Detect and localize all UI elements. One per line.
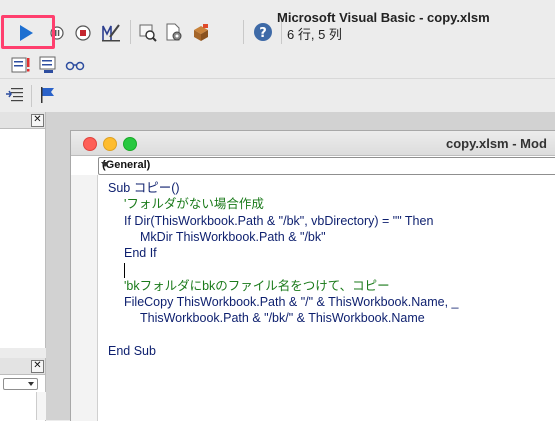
properties-panel-close-button[interactable]: ✕ bbox=[31, 360, 44, 373]
project-panel-close-button[interactable]: ✕ bbox=[31, 114, 44, 127]
chevron-down-icon bbox=[101, 162, 109, 167]
code-line[interactable]: FileCopy ThisWorkbook.Path & "/" & ThisW… bbox=[124, 294, 458, 310]
text-caret bbox=[124, 262, 125, 278]
code-window-title: copy.xlsm - Mod bbox=[446, 136, 547, 151]
code-line[interactable]: If Dir(ThisWorkbook.Path & "/bk", vbDire… bbox=[124, 213, 433, 229]
locals-window-icon[interactable] bbox=[38, 55, 60, 75]
standard-toolbar: ? bbox=[0, 0, 555, 50]
reset-icon[interactable] bbox=[72, 22, 94, 44]
properties-panel-header: ✕ bbox=[0, 358, 45, 375]
code-line[interactable]: End Sub bbox=[108, 343, 156, 359]
code-line[interactable]: Sub コピー() bbox=[108, 180, 180, 196]
step-icon[interactable] bbox=[4, 84, 26, 106]
immediate-window-icon[interactable] bbox=[10, 55, 32, 75]
properties-icon[interactable] bbox=[163, 20, 185, 44]
cursor-position: 6 行, 5 列 bbox=[287, 27, 342, 42]
object-select[interactable]: (General) bbox=[98, 157, 555, 175]
run-button-highlight bbox=[1, 15, 55, 49]
code-line[interactable]: 'フォルダがない場合作成 bbox=[124, 196, 264, 212]
watch-window-icon[interactable] bbox=[64, 55, 86, 75]
close-window-button[interactable] bbox=[83, 137, 97, 151]
design-mode-icon[interactable] bbox=[99, 20, 123, 44]
code-line[interactable]: ThisWorkbook.Path & "/bk/" & ThisWorkboo… bbox=[140, 310, 425, 326]
code-margin bbox=[71, 175, 98, 421]
flag-icon[interactable] bbox=[36, 84, 58, 106]
chevron-down-icon bbox=[28, 382, 34, 386]
svg-text:?: ? bbox=[259, 26, 267, 41]
debug-toolbar bbox=[0, 50, 555, 79]
zoom-window-button[interactable] bbox=[123, 137, 137, 151]
code-line[interactable]: MkDir ThisWorkbook.Path & "/bk" bbox=[140, 229, 326, 245]
minimize-window-button[interactable] bbox=[103, 137, 117, 151]
code-window: copy.xlsm - Mod (General) Sub コピー() 'フォルダ… bbox=[70, 130, 555, 421]
app-title: Microsoft Visual Basic - copy.xlsm bbox=[277, 10, 490, 25]
object-select-value: (General) bbox=[102, 159, 151, 171]
project-panel-header: ✕ bbox=[0, 112, 45, 129]
code-line[interactable]: End If bbox=[124, 245, 157, 261]
help-icon[interactable]: ? bbox=[252, 21, 274, 43]
panel-divider bbox=[0, 348, 45, 358]
project-explorer-icon[interactable] bbox=[137, 20, 159, 44]
project-tree[interactable] bbox=[0, 129, 45, 348]
code-line[interactable]: 'bkフォルダにbkのファイル名をつけて、コピー bbox=[124, 278, 390, 294]
properties-scrollbar[interactable] bbox=[36, 392, 46, 420]
toolbox-icon[interactable] bbox=[190, 20, 212, 44]
edit-toolbar bbox=[0, 79, 555, 113]
code-window-titlebar: copy.xlsm - Mod bbox=[71, 131, 555, 156]
properties-object-select[interactable] bbox=[3, 378, 38, 390]
